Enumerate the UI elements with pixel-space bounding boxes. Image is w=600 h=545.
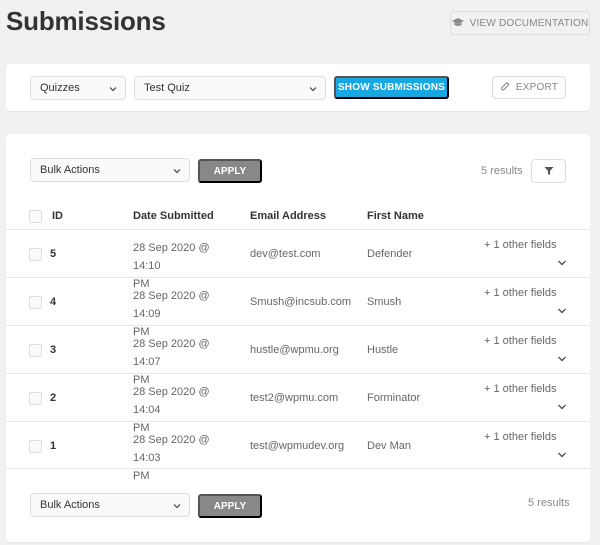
show-submissions-button[interactable]: SHOW SUBMISSIONS	[334, 76, 449, 99]
table-row[interactable]: 1 28 Sep 2020 @ 14:03 PM test@wpmudev.org…	[6, 421, 590, 482]
filter-button[interactable]	[531, 159, 566, 183]
select-all-checkbox[interactable]	[29, 210, 42, 223]
column-header-date[interactable]: Date Submitted	[133, 210, 214, 222]
column-header-id[interactable]: ID	[52, 210, 63, 222]
row-other-fields: + 1 other fields	[484, 239, 557, 251]
table-bottom-divider	[6, 468, 590, 469]
table-row[interactable]: 2 28 Sep 2020 @ 14:04 PM test2@wpmu.com F…	[6, 373, 590, 434]
export-label: EXPORT	[515, 82, 559, 93]
bulk-actions-select-top[interactable]: Bulk Actions	[30, 158, 190, 182]
results-count-top: 5 results	[481, 165, 523, 177]
row-id: 3	[50, 344, 57, 356]
form-type-value: Quizzes	[40, 82, 80, 94]
row-checkbox[interactable]	[29, 392, 42, 405]
row-id: 4	[50, 296, 57, 308]
chevron-down-icon	[173, 169, 181, 174]
row-checkbox[interactable]	[29, 296, 42, 309]
row-first-name: Defender	[367, 248, 413, 260]
filter-card: Quizzes Test Quiz SHOW SUBMISSIONS EXPOR…	[6, 64, 590, 111]
row-id: 1	[50, 440, 57, 452]
row-email: dev@test.com	[250, 248, 321, 260]
filter-icon	[544, 167, 553, 175]
chevron-down-icon	[109, 87, 117, 92]
form-value: Test Quiz	[144, 82, 190, 94]
submissions-card: Bulk Actions APPLY 5 results ID Date Sub…	[6, 134, 590, 542]
row-other-fields: + 1 other fields	[484, 383, 557, 395]
bulk-actions-value: Bulk Actions	[40, 499, 100, 511]
table-row[interactable]: 4 28 Sep 2020 @ 14:09 PM Smush@incsub.com…	[6, 277, 590, 338]
bulk-actions-select-bottom[interactable]: Bulk Actions	[30, 493, 190, 517]
row-email: test@wpmudev.org	[250, 440, 345, 452]
form-type-select[interactable]: Quizzes	[30, 76, 126, 100]
row-first-name: Hustle	[367, 344, 399, 356]
apply-button-bottom[interactable]: APPLY	[198, 494, 262, 518]
row-other-fields: + 1 other fields	[484, 287, 557, 299]
chevron-down-icon	[309, 87, 317, 92]
page-title: Submissions	[6, 6, 166, 36]
row-date: 28 Sep 2020 @ 14:03 PM	[133, 434, 210, 482]
chevron-down-icon	[173, 504, 181, 509]
table-row[interactable]: 5 28 Sep 2020 @ 14:10 PM dev@test.com Def…	[6, 229, 590, 290]
graduation-cap-icon	[451, 18, 464, 26]
row-id: 5	[50, 248, 57, 260]
expand-row-icon[interactable]	[557, 307, 567, 315]
view-documentation-label: VIEW DOCUMENTATION	[469, 17, 589, 29]
row-first-name: Dev Man	[367, 440, 412, 452]
expand-row-icon[interactable]	[557, 355, 567, 363]
view-documentation-button[interactable]: VIEW DOCUMENTATION	[450, 11, 590, 35]
form-select[interactable]: Test Quiz	[134, 76, 326, 100]
row-checkbox[interactable]	[29, 344, 42, 357]
row-checkbox[interactable]	[29, 248, 42, 261]
column-header-email[interactable]: Email Address	[250, 210, 326, 222]
row-email: hustle@wpmu.org	[250, 344, 339, 356]
bulk-actions-value: Bulk Actions	[40, 164, 100, 176]
table-row[interactable]: 3 28 Sep 2020 @ 14:07 PM hustle@wpmu.org …	[6, 325, 590, 386]
results-count-bottom: 5 results	[528, 497, 570, 509]
row-id: 2	[50, 392, 57, 404]
expand-row-icon[interactable]	[557, 259, 567, 267]
column-header-first-name[interactable]: First Name	[367, 210, 424, 222]
row-first-name: Forminator	[367, 392, 421, 404]
expand-row-icon[interactable]	[557, 403, 567, 411]
row-email: test2@wpmu.com	[250, 392, 339, 404]
export-button[interactable]: EXPORT	[492, 76, 566, 99]
row-other-fields: + 1 other fields	[484, 431, 557, 443]
expand-row-icon[interactable]	[557, 451, 567, 459]
row-other-fields: + 1 other fields	[484, 335, 557, 347]
row-email: Smush@incsub.com	[250, 296, 352, 308]
row-first-name: Smush	[367, 296, 402, 308]
paperclip-icon	[500, 82, 509, 91]
row-checkbox[interactable]	[29, 440, 42, 453]
apply-button-top[interactable]: APPLY	[198, 159, 262, 183]
